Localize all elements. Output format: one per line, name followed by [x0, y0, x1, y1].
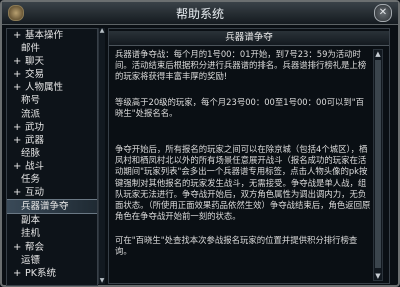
content-paragraph: 兵器谱争夺战：每个月的1号00：01开始，到7号23：59为活动时间。活动结束后…: [115, 49, 367, 82]
sidebar-item[interactable]: 经脉: [7, 147, 97, 160]
sidebar-item[interactable]: + 聊天: [7, 55, 97, 68]
content-paragraph: 可在"百晓生"处查找本次参战报名玩家的位置并提供积分排行榜查询。: [115, 235, 358, 257]
sidebar-item[interactable]: 流派: [7, 108, 97, 121]
sidebar-item-label: PK系统: [25, 267, 56, 279]
sidebar-item-label: 人物属性: [25, 82, 64, 94]
help-window: 帮助系统 ✕ + 基本操作 邮件 + 聊天 + 交易 + 人物属性 称号 流派 + 武功 + 武器 经脉 + 战斗…: [0, 0, 400, 287]
scroll-down-icon[interactable]: ▼: [99, 278, 105, 284]
content-scroll-thumb[interactable]: [375, 60, 381, 268]
sidebar-item-label: 帮会: [25, 241, 45, 253]
sidebar-item-label: 经脉: [21, 147, 41, 159]
sidebar-item-label: 武器: [25, 134, 45, 146]
sidebar-item-label: 武功: [25, 121, 45, 133]
sidebar-item[interactable]: + 人物属性: [7, 81, 97, 94]
sidebar-item-label: 兵器谱争夺: [21, 201, 69, 213]
expand-icon[interactable]: +: [13, 55, 21, 68]
content-heading: 兵器谱争夺: [109, 31, 389, 46]
sidebar-item[interactable]: 挂机: [7, 227, 97, 240]
expand-icon[interactable]: +: [13, 267, 21, 280]
sidebar-item-label: 邮件: [21, 43, 41, 55]
expand-icon[interactable]: +: [13, 241, 21, 254]
sidebar-item-label: 聊天: [25, 56, 45, 68]
sidebar-scrollbar[interactable]: ▲ ▼: [98, 28, 105, 284]
sidebar-item[interactable]: + 武功: [7, 121, 97, 134]
sidebar-item-label: 流派: [21, 108, 41, 120]
sidebar-item[interactable]: + 互动: [7, 186, 97, 199]
content-scroll-up-icon[interactable]: ▲: [374, 50, 382, 58]
sidebar-item-label: 副本: [21, 215, 41, 227]
help-content-panel: 兵器谱争夺 兵器谱争夺战：每个月的1号00：01开始，到7号23：59为活动时间…: [108, 28, 390, 284]
sidebar-item-label: 任务: [21, 174, 41, 186]
scroll-up-icon[interactable]: ▲: [99, 28, 105, 34]
sidebar-item[interactable]: 邮件: [7, 42, 97, 55]
sidebar-item[interactable]: + 武器: [7, 134, 97, 147]
close-icon[interactable]: ✕: [374, 4, 392, 22]
content-scroll-down-icon[interactable]: ▼: [374, 272, 382, 280]
expand-icon[interactable]: +: [13, 68, 21, 81]
expand-icon[interactable]: +: [13, 160, 21, 173]
sidebar-item-label: 运镖: [21, 254, 41, 266]
expand-icon[interactable]: +: [13, 134, 21, 147]
sidebar-item[interactable]: + PK系统: [7, 267, 97, 280]
sidebar-item-label: 基本操作: [25, 30, 64, 41]
sidebar-item-label: 战斗: [25, 160, 45, 172]
sidebar-item[interactable]: 称号: [7, 94, 97, 107]
expand-icon[interactable]: +: [13, 186, 21, 199]
sidebar-item-label: 交易: [25, 69, 45, 81]
expand-icon[interactable]: +: [13, 81, 21, 94]
sidebar-item[interactable]: 任务: [7, 173, 97, 186]
expand-icon[interactable]: +: [13, 29, 21, 42]
sidebar-item[interactable]: 兵器谱争夺: [7, 199, 97, 215]
sidebar-item-label: 互动: [25, 187, 45, 199]
expand-icon[interactable]: +: [13, 121, 21, 134]
window-title: 帮助系统: [175, 7, 224, 21]
help-topic-list: + 基本操作 邮件 + 聊天 + 交易 + 人物属性 称号 流派 + 武功 + 武器 经脉 + 战斗 任务 + 互动 兵器…: [6, 28, 98, 286]
sidebar-item[interactable]: + 交易: [7, 68, 97, 81]
sidebar-item[interactable]: + 战斗: [7, 160, 97, 173]
sidebar-item[interactable]: + 基本操作: [7, 29, 97, 42]
sidebar-item-label: 称号: [21, 95, 41, 107]
sidebar-item[interactable]: + 帮会: [7, 241, 97, 254]
sidebar-item[interactable]: 副本: [7, 214, 97, 227]
sidebar-item[interactable]: 运镖: [7, 254, 97, 267]
title-bar: 帮助系统 ✕: [2, 2, 398, 25]
content-paragraph: 争夺开始后，所有报名的玩家之间可以在除京城（包括4个城区），栖凤村和栖凤村北以外…: [115, 144, 371, 222]
content-paragraph: 等级高于20级的玩家，每个月23号00：00至1号00：00可以到"百晓生"处报…: [115, 97, 364, 119]
sidebar-item-label: 挂机: [21, 228, 41, 240]
content-scrollbar[interactable]: ▲ ▼: [373, 49, 383, 281]
